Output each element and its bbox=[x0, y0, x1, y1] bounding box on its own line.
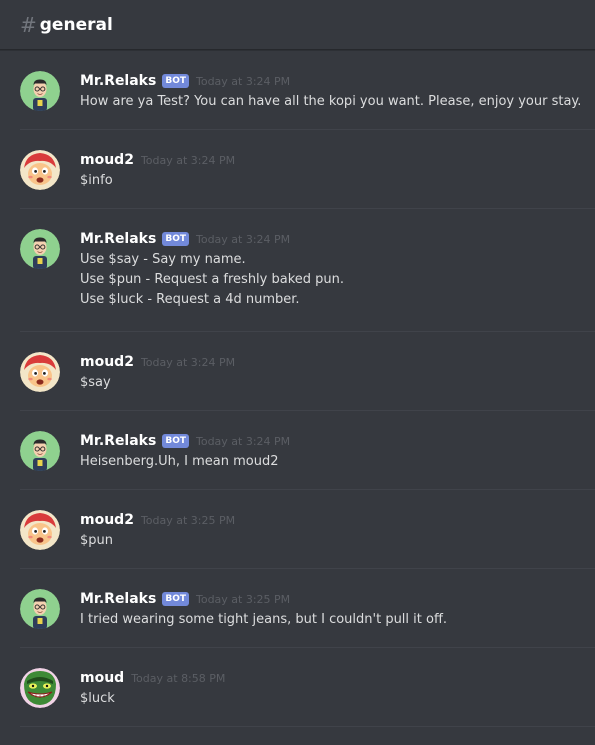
bot-badge: BOT bbox=[162, 592, 189, 606]
username[interactable]: moud2 bbox=[80, 152, 134, 168]
timestamp: Today at 3:25 PM bbox=[140, 513, 236, 527]
message-text: $info bbox=[80, 173, 113, 188]
bot-badge: BOT bbox=[162, 232, 189, 246]
message-group[interactable]: moud Today at 8:58 PM $luck bbox=[0, 648, 595, 727]
username[interactable]: moud bbox=[80, 670, 124, 686]
message-text: Heisenberg.Uh, I mean moud2 bbox=[80, 454, 279, 469]
chat-window: # general Mr.Relaks BOT Today at 3:24 PM Ho… bbox=[0, 0, 595, 745]
red-hair-cartoon-avatar[interactable] bbox=[20, 352, 60, 392]
message-group[interactable]: moud2 Today at 3:25 PM $pun bbox=[0, 490, 595, 569]
channel-name[interactable]: general bbox=[40, 15, 113, 35]
message-group[interactable]: Mr.Relaks BOT Today at 3:25 PM I tried wear… bbox=[0, 569, 595, 648]
message-text: Use $luck - Request a 4d number. bbox=[80, 292, 300, 307]
username[interactable]: moud2 bbox=[80, 512, 134, 528]
message-header: Mr.Relaks BOT Today at 3:24 PM bbox=[80, 430, 575, 452]
bot-badge: BOT bbox=[162, 74, 189, 88]
green-grin-mask-avatar[interactable] bbox=[20, 668, 60, 708]
timestamp: Today at 8:58 PM bbox=[131, 671, 226, 685]
channel-header: # general bbox=[0, 0, 595, 50]
message-header: Mr.Relaks BOT Today at 3:24 PM bbox=[80, 228, 575, 250]
message-header: moud2 Today at 3:24 PM bbox=[80, 351, 575, 373]
glasses-man-avatar[interactable] bbox=[20, 431, 60, 471]
username[interactable]: moud2 bbox=[80, 354, 134, 370]
glasses-man-avatar[interactable] bbox=[20, 589, 60, 629]
glasses-man-avatar[interactable] bbox=[20, 71, 60, 111]
message-header: moud2 Today at 3:25 PM bbox=[80, 509, 575, 531]
message-group[interactable]: moud2 Today at 3:24 PM $say bbox=[0, 332, 595, 411]
message-text: $luck bbox=[80, 691, 115, 706]
message-group[interactable]: Mr.Relaks BOT Today at 3:24 PM How are ya T… bbox=[0, 51, 595, 130]
timestamp: Today at 3:24 PM bbox=[195, 74, 291, 88]
timestamp: Today at 3:25 PM bbox=[195, 592, 291, 606]
message-text: $say bbox=[80, 375, 111, 390]
red-hair-cartoon-avatar[interactable] bbox=[20, 510, 60, 550]
message-text: $pun bbox=[80, 533, 114, 548]
username[interactable]: Mr.Relaks bbox=[80, 433, 156, 449]
message-text: I tried wearing some tight jeans, but I … bbox=[80, 612, 448, 627]
message-text: Use $pun - Request a freshly baked pun. bbox=[80, 272, 345, 287]
timestamp: Today at 3:24 PM bbox=[140, 153, 236, 167]
red-hair-cartoon-avatar[interactable] bbox=[20, 150, 60, 190]
timestamp: Today at 3:24 PM bbox=[140, 355, 236, 369]
message-list[interactable]: Mr.Relaks BOT Today at 3:24 PM How are ya T… bbox=[0, 51, 595, 745]
username[interactable]: Mr.Relaks bbox=[80, 231, 156, 247]
timestamp: Today at 3:24 PM bbox=[195, 434, 291, 448]
hash-icon: # bbox=[20, 12, 37, 37]
bot-badge: BOT bbox=[162, 434, 189, 448]
message-header: Mr.Relaks BOT Today at 3:24 PM bbox=[80, 70, 575, 92]
message-header: moud Today at 8:58 PM bbox=[80, 667, 575, 689]
message-header: moud2 Today at 3:24 PM bbox=[80, 149, 575, 171]
username[interactable]: Mr.Relaks bbox=[80, 591, 156, 607]
message-text: Use $say - Say my name. bbox=[80, 252, 246, 267]
username[interactable]: Mr.Relaks bbox=[80, 73, 156, 89]
message-group[interactable]: Mr.Relaks BOT Today at 3:24 PM Use $say - S… bbox=[0, 209, 595, 332]
timestamp: Today at 3:24 PM bbox=[195, 232, 291, 246]
message-group[interactable]: moud2 Today at 3:24 PM $info bbox=[0, 130, 595, 209]
glasses-man-avatar[interactable] bbox=[20, 229, 60, 269]
message-text: How are ya Test? You can have all the ko… bbox=[80, 94, 582, 109]
message-divider bbox=[20, 726, 595, 727]
message-group[interactable]: Mr.Relaks BOT Today at 3:24 PM Heisenberg.U… bbox=[0, 411, 595, 490]
message-header: Mr.Relaks BOT Today at 3:25 PM bbox=[80, 588, 575, 610]
